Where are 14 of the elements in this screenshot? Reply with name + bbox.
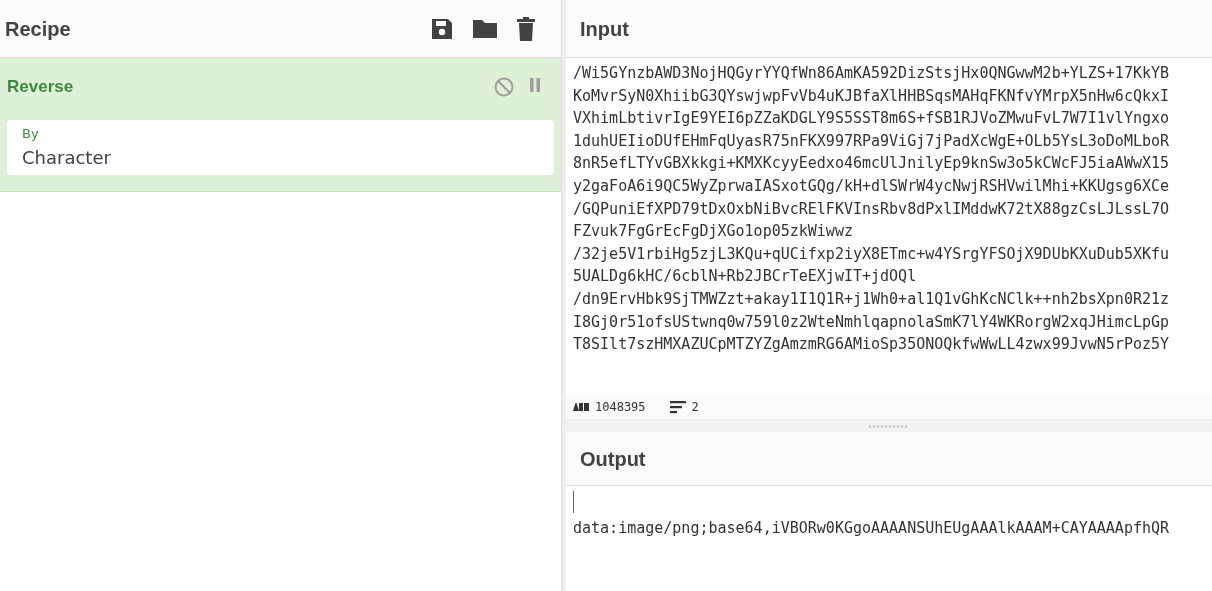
save-icon[interactable] xyxy=(430,16,454,41)
input-field[interactable]: /Wi5GYnzbAWD3NojHQGyrYYQfWn86AmKA592DizStsjHx0QNGwwM2b+YLZS+17KkYB KoMvrSyN0XhiibG3QYswjwpFvVb4uKJBfaXlHHBSqsMAHqFKNfvYMrpX5nHw6cQkxI VXhimLbtivrIgE9YEI6pZZaKDGLY9S5SST8m6S+fSB1RJVoZMwuFvL7W7I1vlYngxo 1duhUEIioDUfEHmFqUyasR75nFKX997RPa9ViGj7jPadXcWgE+OLb5YsL3oDoMLboR 8nR5efLTYvGBXkkgi+KMXKcyyEedxo46mcUlJnilyEp9knSw3o5kCWcFJ5iaAWwX15 y2gaFoA6i9QC5WyZprwaIASxotGQg/kH+dlSWrW4ycNwjRSHVwilMhi+KKUgsg6XCe /GQPuniEfXPD79tDxOxbNiBvcRElFKVInsRbv8dPxlIMddwK72tX88gzCsLJLssL7O FZvuk7FgGrEcFgDjXGo1op05zkWiwwz /32je5V1rbiHg5zjL3KQu+qUCifxp2iyX8ETmc+w4YSrgYFSOjX9DUbKXuDub5XKfu 5UALDg6kHC/6cblN+Rb2JBCrTeEXjwIT+jdOQl /dn9ErvHbk9SjTMWZzt+akay1I1Q1R+j1Wh0+al1Q1vGhKcNClk++nh2bsXpn0R21z I8Gj0r51ofsUStwnq0w759l0z2WteNmhlqapnolaSmK7lY4WKRorgW2xqJHimcLpGp T8SIlt7szHMXAZUCpMTZYZgAmzmRG6AMioSp35ONOQkfwWwLL4zwx99JvwN5rPoz5Y xyxy=(566,58,1212,395)
argument-field[interactable]: By Character xyxy=(7,120,554,175)
trash-icon[interactable] xyxy=(516,16,536,41)
panel-title: Output xyxy=(580,446,646,472)
panel-title: Input xyxy=(580,16,629,42)
line-count: 2 xyxy=(691,399,699,416)
operation-name: Reverse xyxy=(7,76,74,99)
panel-title: Recipe xyxy=(5,16,71,42)
resize-handle[interactable] xyxy=(869,424,909,428)
text-length-icon xyxy=(573,403,589,411)
character-count: 1048395 xyxy=(595,399,646,416)
output-text: data:image/png;base64,iVBORw0KGgoAAAANSUhEUgAAAlkAAAM+CAYAAAApfhQR xyxy=(573,518,1170,539)
lines-icon xyxy=(669,400,686,414)
